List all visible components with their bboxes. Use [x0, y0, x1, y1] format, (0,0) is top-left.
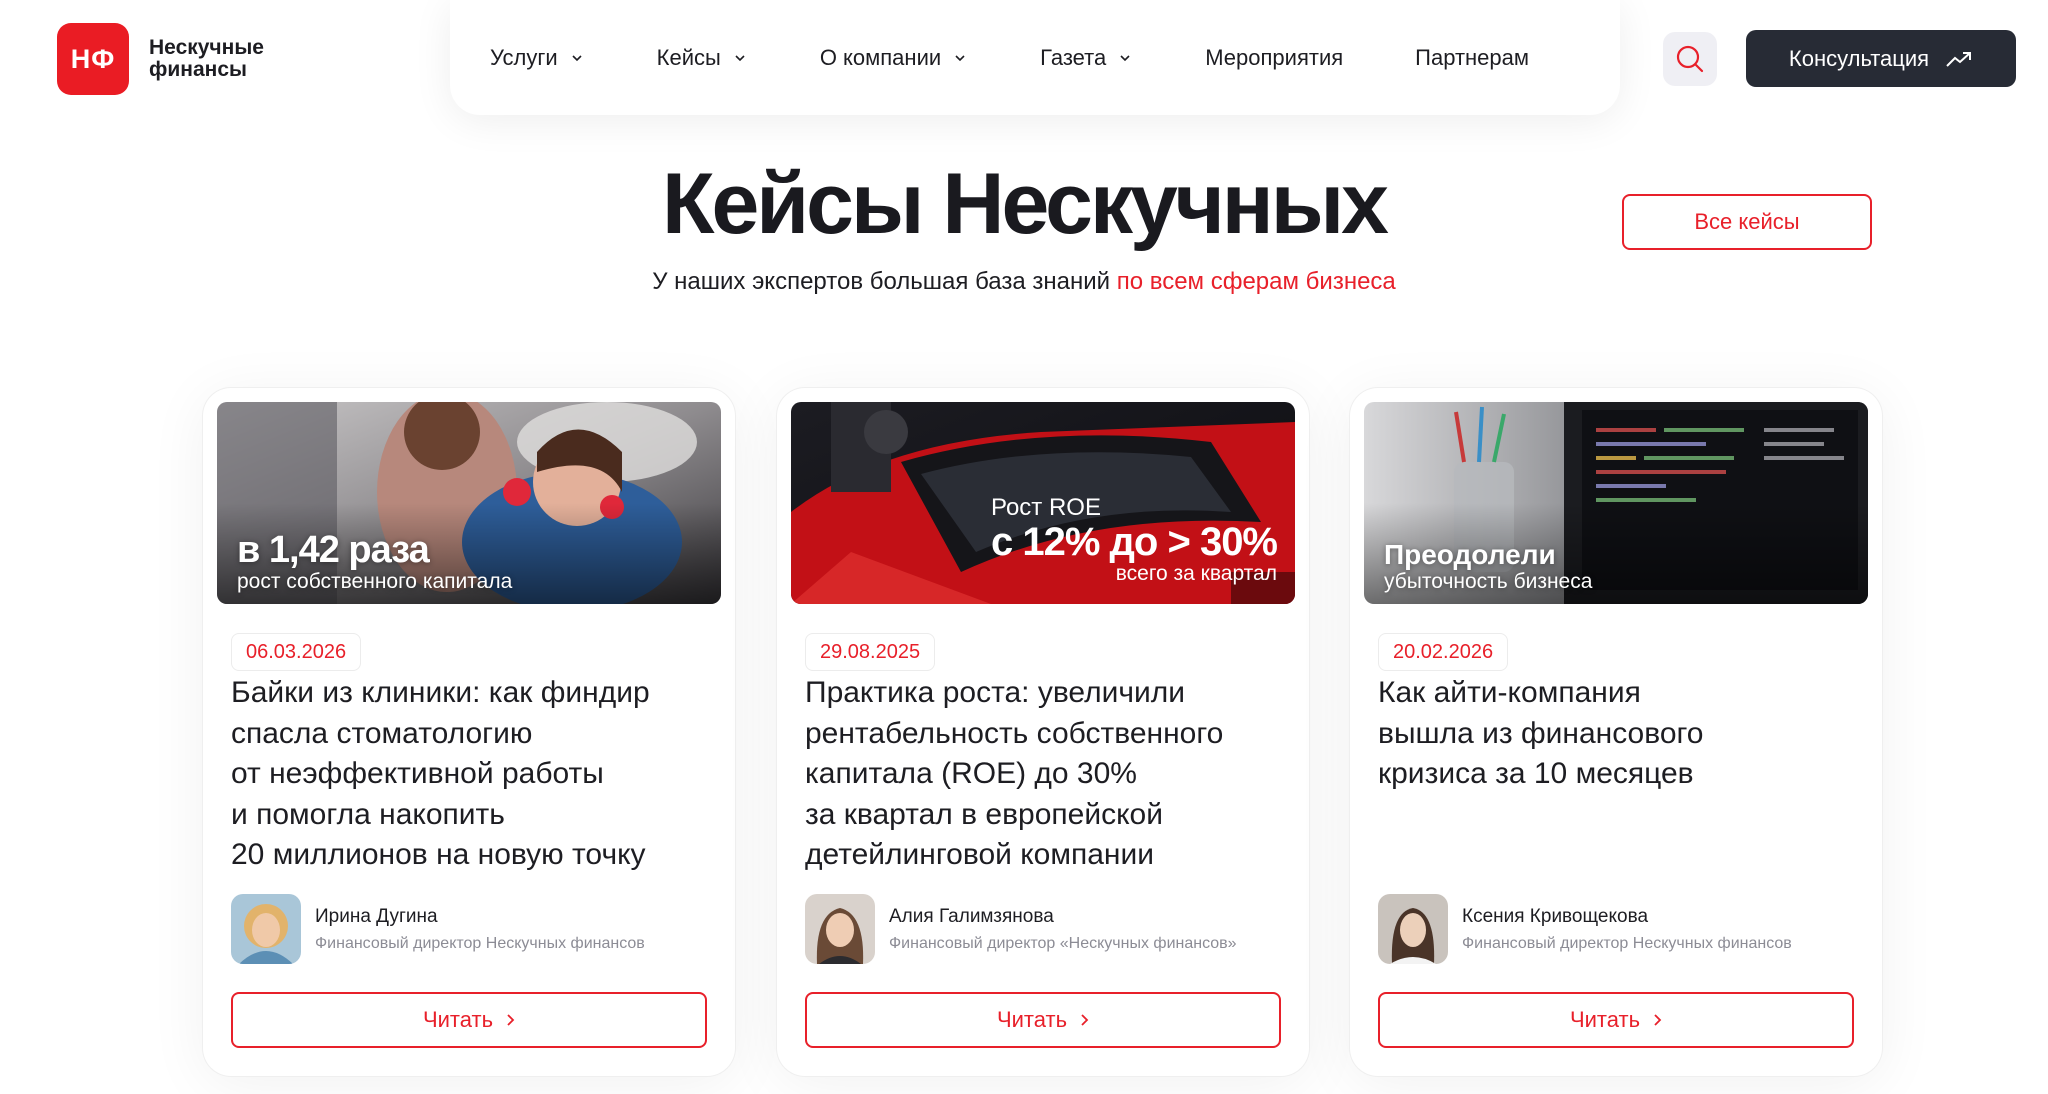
image-caption: Рост ROE с 12% до > 30% всего за квартал	[991, 494, 1278, 586]
author-role: Финансовый директор Нескучных финансов	[315, 934, 645, 952]
subtitle-text: У наших экспертов большая база знаний	[652, 268, 1117, 295]
nav-item-cases[interactable]: Кейсы	[657, 45, 748, 71]
read-label: Читать	[1569, 1007, 1641, 1032]
search-icon	[1676, 45, 1704, 73]
caption-line3: всего за квартал	[1115, 562, 1277, 585]
nav-item-events[interactable]: Мероприятия	[1205, 45, 1343, 71]
case-title[interactable]: Практика роста: увеличили рентабельность…	[805, 673, 1285, 876]
avatar	[1378, 894, 1448, 964]
nav-label: Мероприятия	[1205, 44, 1344, 70]
case-image-dentistry[interactable]: в 1,42 раза рост собственного капитала	[217, 402, 721, 604]
chevron-down-icon	[735, 54, 745, 61]
read-button[interactable]: Читать	[1378, 992, 1854, 1048]
case-date: 20.02.2026	[1378, 633, 1509, 671]
search-button[interactable]	[1663, 32, 1717, 86]
trend-up-icon	[1946, 51, 1972, 67]
nav-label: Партнерам	[1415, 44, 1530, 70]
case-card[interactable]: в 1,42 раза рост собственного капитала 0…	[203, 388, 735, 1076]
caption-small: убыточность бизнеса	[1384, 570, 1593, 593]
chevron-right-icon	[1081, 1014, 1089, 1026]
section-subtitle: У наших экспертов большая база знаний по…	[0, 268, 2048, 296]
author-role: Финансовый директор «Нескучных финансов»	[889, 934, 1237, 952]
author-name: Ксения Кривощекова	[1462, 905, 1649, 927]
author: Ксения Кривощекова Финансовый директор Н…	[1378, 894, 1792, 964]
nav-label: Газета	[1040, 44, 1107, 70]
case-date: 06.03.2026	[231, 633, 362, 671]
case-card[interactable]: Преодолели убыточность бизнеса 20.02.202…	[1350, 388, 1882, 1076]
nav-item-partners[interactable]: Партнерам	[1415, 45, 1529, 71]
consultation-label: Консультация	[1788, 45, 1930, 71]
chevron-down-icon	[955, 54, 965, 61]
image-caption: Преодолели убыточность бизнеса	[1384, 540, 1592, 594]
case-image-detailing[interactable]: Рост ROE с 12% до > 30% всего за квартал	[791, 402, 1295, 604]
caption-big: Преодолели	[1384, 539, 1556, 570]
all-cases-button[interactable]: Все кейсы	[1622, 194, 1872, 250]
logo-text: Нескучные финансы	[149, 36, 264, 81]
read-label: Читать	[422, 1007, 494, 1032]
caption-line1: Рост ROE	[991, 494, 1101, 521]
author: Ирина Дугина Финансовый директор Нескучн…	[231, 894, 645, 964]
logo[interactable]: НФ Нескучные финансы	[57, 23, 289, 95]
nav-item-newspaper[interactable]: Газета	[1040, 45, 1133, 71]
caption-big: в 1,42 раза	[237, 529, 430, 571]
main-nav: Услуги Кейсы О компании Газета Мероприят…	[450, 0, 1620, 115]
logo-mark: НФ	[57, 23, 129, 95]
nav-label: Кейсы	[656, 44, 721, 70]
chevron-right-icon	[507, 1014, 515, 1026]
chevron-down-icon	[572, 54, 582, 61]
case-title[interactable]: Как айти-компания вышла из финансового к…	[1378, 673, 1858, 795]
image-caption: в 1,42 раза рост собственного капитала	[237, 530, 512, 594]
nav-item-services[interactable]: Услуги	[490, 45, 585, 71]
consultation-button[interactable]: Консультация	[1746, 30, 2016, 87]
caption-line2: с 12% до > 30%	[991, 520, 1278, 564]
case-card[interactable]: Рост ROE с 12% до > 30% всего за квартал…	[777, 388, 1309, 1076]
subtitle-accent[interactable]: по всем сферам бизнеса	[1117, 268, 1396, 295]
read-button[interactable]: Читать	[805, 992, 1281, 1048]
avatar	[231, 894, 301, 964]
read-button[interactable]: Читать	[231, 992, 707, 1048]
case-title[interactable]: Байки из клиники: как финдир спасла стом…	[231, 673, 711, 876]
author-name: Ирина Дугина	[315, 905, 438, 927]
avatar	[805, 894, 875, 964]
nav-item-about[interactable]: О компании	[820, 45, 968, 71]
case-date: 29.08.2025	[805, 633, 936, 671]
caption-small: рост собственного капитала	[237, 570, 513, 593]
chevron-down-icon	[1120, 54, 1130, 61]
chevron-right-icon	[1654, 1014, 1662, 1026]
author-name: Алия Галимзянова	[889, 905, 1054, 927]
read-label: Читать	[996, 1007, 1068, 1032]
case-image-it[interactable]: Преодолели убыточность бизнеса	[1364, 402, 1868, 604]
nav-label: Услуги	[490, 44, 558, 70]
nav-label: О компании	[819, 44, 942, 70]
author-role: Финансовый директор Нескучных финансов	[1462, 934, 1792, 952]
author: Алия Галимзянова Финансовый директор «Не…	[805, 894, 1237, 964]
